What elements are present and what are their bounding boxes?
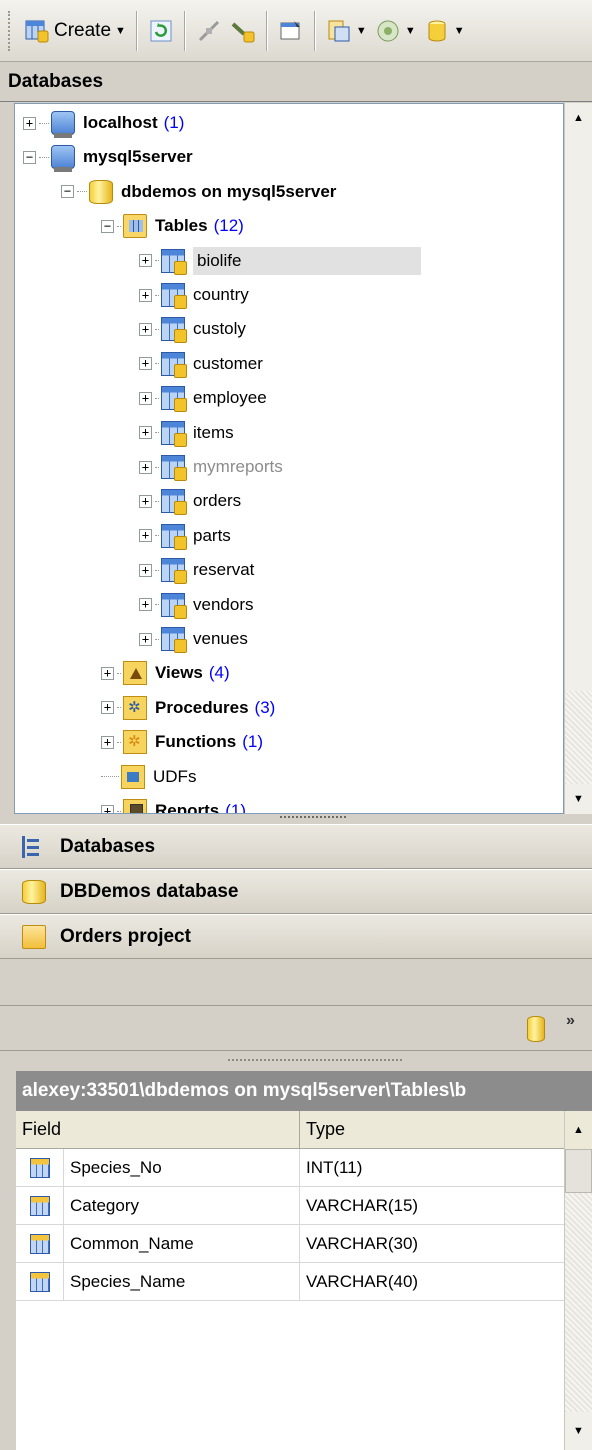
scroll-down-icon[interactable]: ▼ (565, 1412, 592, 1450)
field-icon (29, 1195, 50, 1216)
nav-label: DBDemos database (60, 880, 239, 902)
services-icon (375, 18, 401, 44)
table-row[interactable]: Common_Name VARCHAR(30) (16, 1225, 564, 1263)
scroll-track[interactable] (565, 1193, 592, 1412)
nav-orders-project[interactable]: Orders project (0, 914, 592, 959)
field-cell-icon (16, 1263, 64, 1300)
field-icon (29, 1233, 50, 1254)
properties-button[interactable] (274, 11, 308, 51)
database-icon (22, 879, 46, 904)
new-object-icon (326, 18, 352, 44)
scroll-up-icon[interactable]: ▲ (565, 1111, 592, 1149)
fields-grid[interactable]: Field Type Species_No INT(11) Category V… (16, 1111, 564, 1450)
field-cell-icon (16, 1225, 64, 1262)
panel-title: Databases (0, 62, 592, 102)
database-icon (424, 18, 450, 44)
field-name-cell: Species_Name (64, 1263, 300, 1300)
field-name-cell: Species_No (64, 1149, 300, 1186)
nav-databases[interactable]: Databases (0, 824, 592, 869)
nav-label: Databases (60, 835, 156, 857)
services-button[interactable]: ▼ (371, 11, 420, 51)
tree-scrollbar[interactable]: ▲ ▼ (564, 103, 592, 814)
scroll-track[interactable] (565, 691, 592, 784)
properties-icon (278, 18, 304, 44)
field-cell-icon (16, 1149, 64, 1186)
table-row[interactable]: Species_Name VARCHAR(40) (16, 1263, 564, 1301)
field-icon (29, 1157, 50, 1178)
field-type-cell: VARCHAR(40) (306, 1271, 419, 1291)
create-label: Create (54, 19, 112, 41)
disconnect-button[interactable] (192, 11, 226, 51)
scroll-down-icon[interactable]: ▼ (565, 784, 592, 814)
scroll-up-icon[interactable]: ▲ (565, 103, 592, 133)
object-path-bar: alexey:33501\dbdemos on mysql5server\Tab… (16, 1071, 592, 1111)
new-object-button[interactable]: ▼ (322, 11, 371, 51)
field-name-cell: Common_Name (64, 1225, 300, 1262)
field-type-cell: INT(11) (306, 1157, 363, 1177)
tree-view-icon (22, 835, 46, 858)
grid-scrollbar[interactable]: ▲ ▼ (564, 1111, 592, 1450)
disconnect-icon (196, 18, 222, 44)
chevron-down-icon: ▼ (404, 24, 416, 37)
column-header-type[interactable]: Type (300, 1111, 564, 1148)
database-icon[interactable] (527, 1016, 545, 1042)
toolbar-separator (313, 10, 316, 51)
create-table-icon (24, 18, 50, 44)
create-button[interactable]: Create ▼ (20, 11, 130, 51)
field-cell-icon (16, 1187, 64, 1224)
folder-icon (22, 924, 46, 949)
chevron-down-icon: ▼ (453, 24, 465, 37)
main-toolbar: Create ▼ ▼ ▼ ▼ (0, 0, 592, 62)
chevron-down-icon: ▼ (115, 24, 126, 37)
grid-header: Field Type (16, 1111, 564, 1149)
connect-icon (230, 18, 256, 44)
field-icon (29, 1271, 50, 1292)
chevron-down-icon: ▼ (355, 24, 367, 37)
scroll-thumb[interactable] (565, 1149, 592, 1193)
tree-lower-section (14, 103, 564, 814)
toolbar-separator (265, 10, 268, 51)
table-row[interactable]: Category VARCHAR(15) (16, 1187, 564, 1225)
panel-splitter[interactable] (0, 814, 592, 824)
more-icon[interactable]: » (566, 1012, 575, 1030)
nav-dbdemos-database[interactable]: DBDemos database (0, 869, 592, 914)
table-row[interactable]: Species_No INT(11) (16, 1149, 564, 1187)
refresh-button[interactable] (144, 11, 178, 51)
column-header-field[interactable]: Field (16, 1111, 300, 1148)
database-menu-button[interactable]: ▼ (420, 11, 469, 51)
refresh-icon (148, 18, 174, 44)
connect-button[interactable] (226, 11, 260, 51)
field-name-cell: Category (64, 1187, 300, 1224)
nav-label: Orders project (60, 925, 191, 947)
field-type-cell: VARCHAR(15) (306, 1195, 419, 1215)
toolbar-separator (183, 10, 186, 51)
panel-splitter-lower[interactable] (0, 1051, 592, 1071)
toolbar-separator (135, 10, 138, 51)
toolbar-grip[interactable] (8, 10, 12, 51)
field-type-cell: VARCHAR(30) (306, 1233, 419, 1253)
nav-spacer (0, 959, 592, 1005)
nav-overflow-strip: » (0, 1005, 592, 1051)
